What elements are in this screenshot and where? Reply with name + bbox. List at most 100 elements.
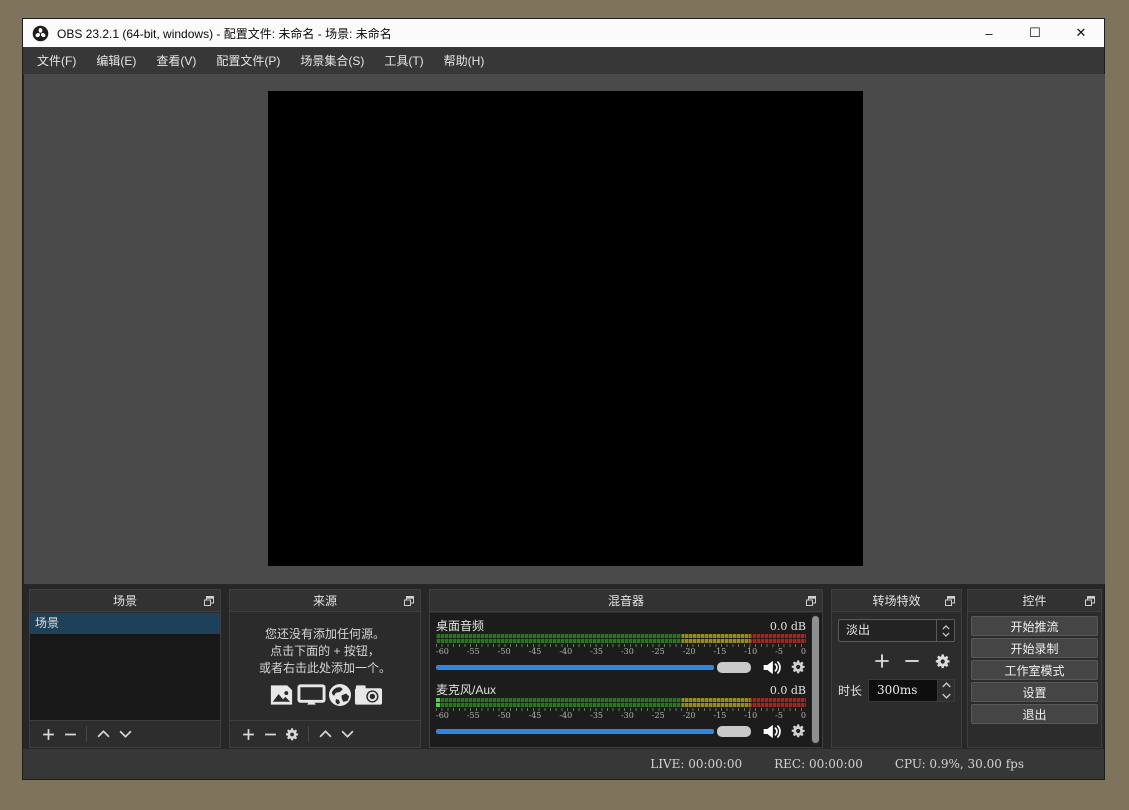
remove-scene-button[interactable] xyxy=(59,725,81,743)
meter-lit-segment xyxy=(436,703,440,707)
sources-empty-line-1: 您还没有添加任何源。 xyxy=(265,626,385,643)
scenes-toolbar xyxy=(30,720,220,747)
volume-slider[interactable] xyxy=(436,661,754,674)
exit-button[interactable]: 退出 xyxy=(971,704,1098,724)
controls-body: 开始推流 开始录制 工作室模式 设置 退出 xyxy=(968,613,1101,747)
mixer-body: 桌面音频 0.0 dB -60 -55 -50 -45 xyxy=(430,613,822,747)
maximize-button[interactable]: ☐ xyxy=(1012,19,1058,47)
scenes-panel: 场景 场景 xyxy=(29,589,221,748)
duration-spinbox[interactable]: 300ms xyxy=(868,679,955,702)
menu-tools[interactable]: 工具(T) xyxy=(374,47,433,74)
sources-empty-line-2: 点击下面的 + 按钮， xyxy=(270,643,380,660)
chevron-up-icon xyxy=(942,625,950,630)
menu-scene-collection[interactable]: 场景集合(S) xyxy=(290,47,374,74)
tick-label: -20 xyxy=(683,647,696,656)
channel-settings-button[interactable] xyxy=(790,723,806,739)
add-icon xyxy=(42,728,55,741)
close-button[interactable]: ✕ xyxy=(1058,19,1104,47)
controls-panel: 控件 开始推流 开始录制 工作室模式 设置 退出 xyxy=(967,589,1102,748)
duration-increase-button[interactable] xyxy=(938,680,954,691)
meter-bar-left xyxy=(436,634,806,638)
scenes-panel-title: 场景 xyxy=(30,590,220,612)
tick-label: -20 xyxy=(683,711,696,720)
remove-source-button[interactable] xyxy=(259,725,281,743)
scene-list-item[interactable]: 场景 xyxy=(30,613,220,634)
tick-label: -55 xyxy=(467,711,480,720)
source-move-down-button[interactable] xyxy=(336,725,358,743)
controls-float-icon[interactable] xyxy=(1084,595,1096,607)
settings-button[interactable]: 设置 xyxy=(971,682,1098,702)
sources-toolbar xyxy=(230,720,420,747)
scenes-float-icon[interactable] xyxy=(203,595,215,607)
source-properties-button[interactable] xyxy=(281,725,303,743)
volume-slider-handle[interactable] xyxy=(717,662,751,673)
scene-move-up-button[interactable] xyxy=(92,725,114,743)
menu-edit[interactable]: 编辑(E) xyxy=(86,47,146,74)
sources-empty-line-3: 或者右击此处添加一个。 xyxy=(259,660,391,677)
sources-empty-area[interactable]: 您还没有添加任何源。 点击下面的 + 按钮， 或者右击此处添加一个。 xyxy=(230,613,420,720)
add-scene-button[interactable] xyxy=(37,725,59,743)
tick-label: -5 xyxy=(775,647,783,656)
source-move-up-button[interactable] xyxy=(314,725,336,743)
transition-tools xyxy=(838,651,955,671)
menu-file[interactable]: 文件(F) xyxy=(27,47,86,74)
duration-decrease-button[interactable] xyxy=(938,691,954,702)
studio-mode-button[interactable]: 工作室模式 xyxy=(971,660,1098,680)
minimize-button[interactable]: – xyxy=(966,19,1012,47)
speaker-icon xyxy=(762,723,782,740)
channel-name: 桌面音频 xyxy=(436,617,484,634)
chevron-up-icon xyxy=(942,682,951,688)
mixer-channel-desktop-audio: 桌面音频 0.0 dB -60 -55 -50 -45 xyxy=(436,617,806,681)
mixer-panel-title: 混音器 xyxy=(430,590,822,612)
rec-time: REC: 00:00:00 xyxy=(774,757,863,771)
mute-button[interactable] xyxy=(762,723,782,740)
menu-view[interactable]: 查看(V) xyxy=(146,47,206,74)
remove-transition-button[interactable] xyxy=(901,651,923,671)
obs-window: OBS 23.2.1 (64-bit, windows) - 配置文件: 未命名… xyxy=(22,18,1105,780)
title-bar: OBS 23.2.1 (64-bit, windows) - 配置文件: 未命名… xyxy=(23,19,1104,47)
start-streaming-button[interactable]: 开始推流 xyxy=(971,616,1098,636)
tick-label: 0 xyxy=(801,711,806,720)
preview-area[interactable] xyxy=(24,74,1105,584)
tick-label: -40 xyxy=(559,711,572,720)
window-controls: – ☐ ✕ xyxy=(966,19,1104,47)
channel-settings-button[interactable] xyxy=(790,659,806,675)
add-icon xyxy=(242,728,255,741)
add-transition-button[interactable] xyxy=(871,651,893,671)
tick-label: -10 xyxy=(744,711,757,720)
menu-profile[interactable]: 配置文件(P) xyxy=(206,47,290,74)
mixer-panel: 混音器 桌面音频 0.0 dB xyxy=(429,589,823,748)
mixer-channel-mic-aux: 麦克风/Aux 0.0 dB -60 -55 -50 -45 xyxy=(436,681,806,745)
mute-button[interactable] xyxy=(762,659,782,676)
scenes-panel-header: 场景 xyxy=(30,590,220,612)
transition-select[interactable]: 淡出 xyxy=(838,619,955,642)
tick-label: -35 xyxy=(590,647,603,656)
move-down-icon xyxy=(341,729,354,739)
sources-float-icon[interactable] xyxy=(403,595,415,607)
program-canvas[interactable] xyxy=(268,91,863,566)
meter-bar-right xyxy=(436,703,806,707)
live-time: LIVE: 00:00:00 xyxy=(650,757,742,771)
tick-label: -30 xyxy=(621,711,634,720)
mixer-float-icon[interactable] xyxy=(805,595,817,607)
menu-help[interactable]: 帮助(H) xyxy=(434,47,495,74)
transition-properties-button[interactable] xyxy=(931,651,953,671)
mixer-scrollbar[interactable] xyxy=(811,614,820,745)
duration-value: 300ms xyxy=(869,680,937,701)
channel-name: 麦克风/Aux xyxy=(436,681,496,698)
volume-slider-handle[interactable] xyxy=(717,726,751,737)
toolbar-separator xyxy=(86,726,87,742)
scene-move-down-button[interactable] xyxy=(114,725,136,743)
image-icon xyxy=(268,683,295,707)
add-source-button[interactable] xyxy=(237,725,259,743)
meter-bar-left xyxy=(436,698,806,702)
transition-select-value: 淡出 xyxy=(839,620,936,641)
controls-panel-title: 控件 xyxy=(968,590,1101,612)
tick-label: -10 xyxy=(744,647,757,656)
mixer-scrollbar-thumb[interactable] xyxy=(812,616,819,743)
start-recording-button[interactable]: 开始录制 xyxy=(971,638,1098,658)
tick-label: 0 xyxy=(801,647,806,656)
transitions-float-icon[interactable] xyxy=(944,595,956,607)
volume-slider[interactable] xyxy=(436,725,754,738)
remove-icon xyxy=(904,653,920,669)
